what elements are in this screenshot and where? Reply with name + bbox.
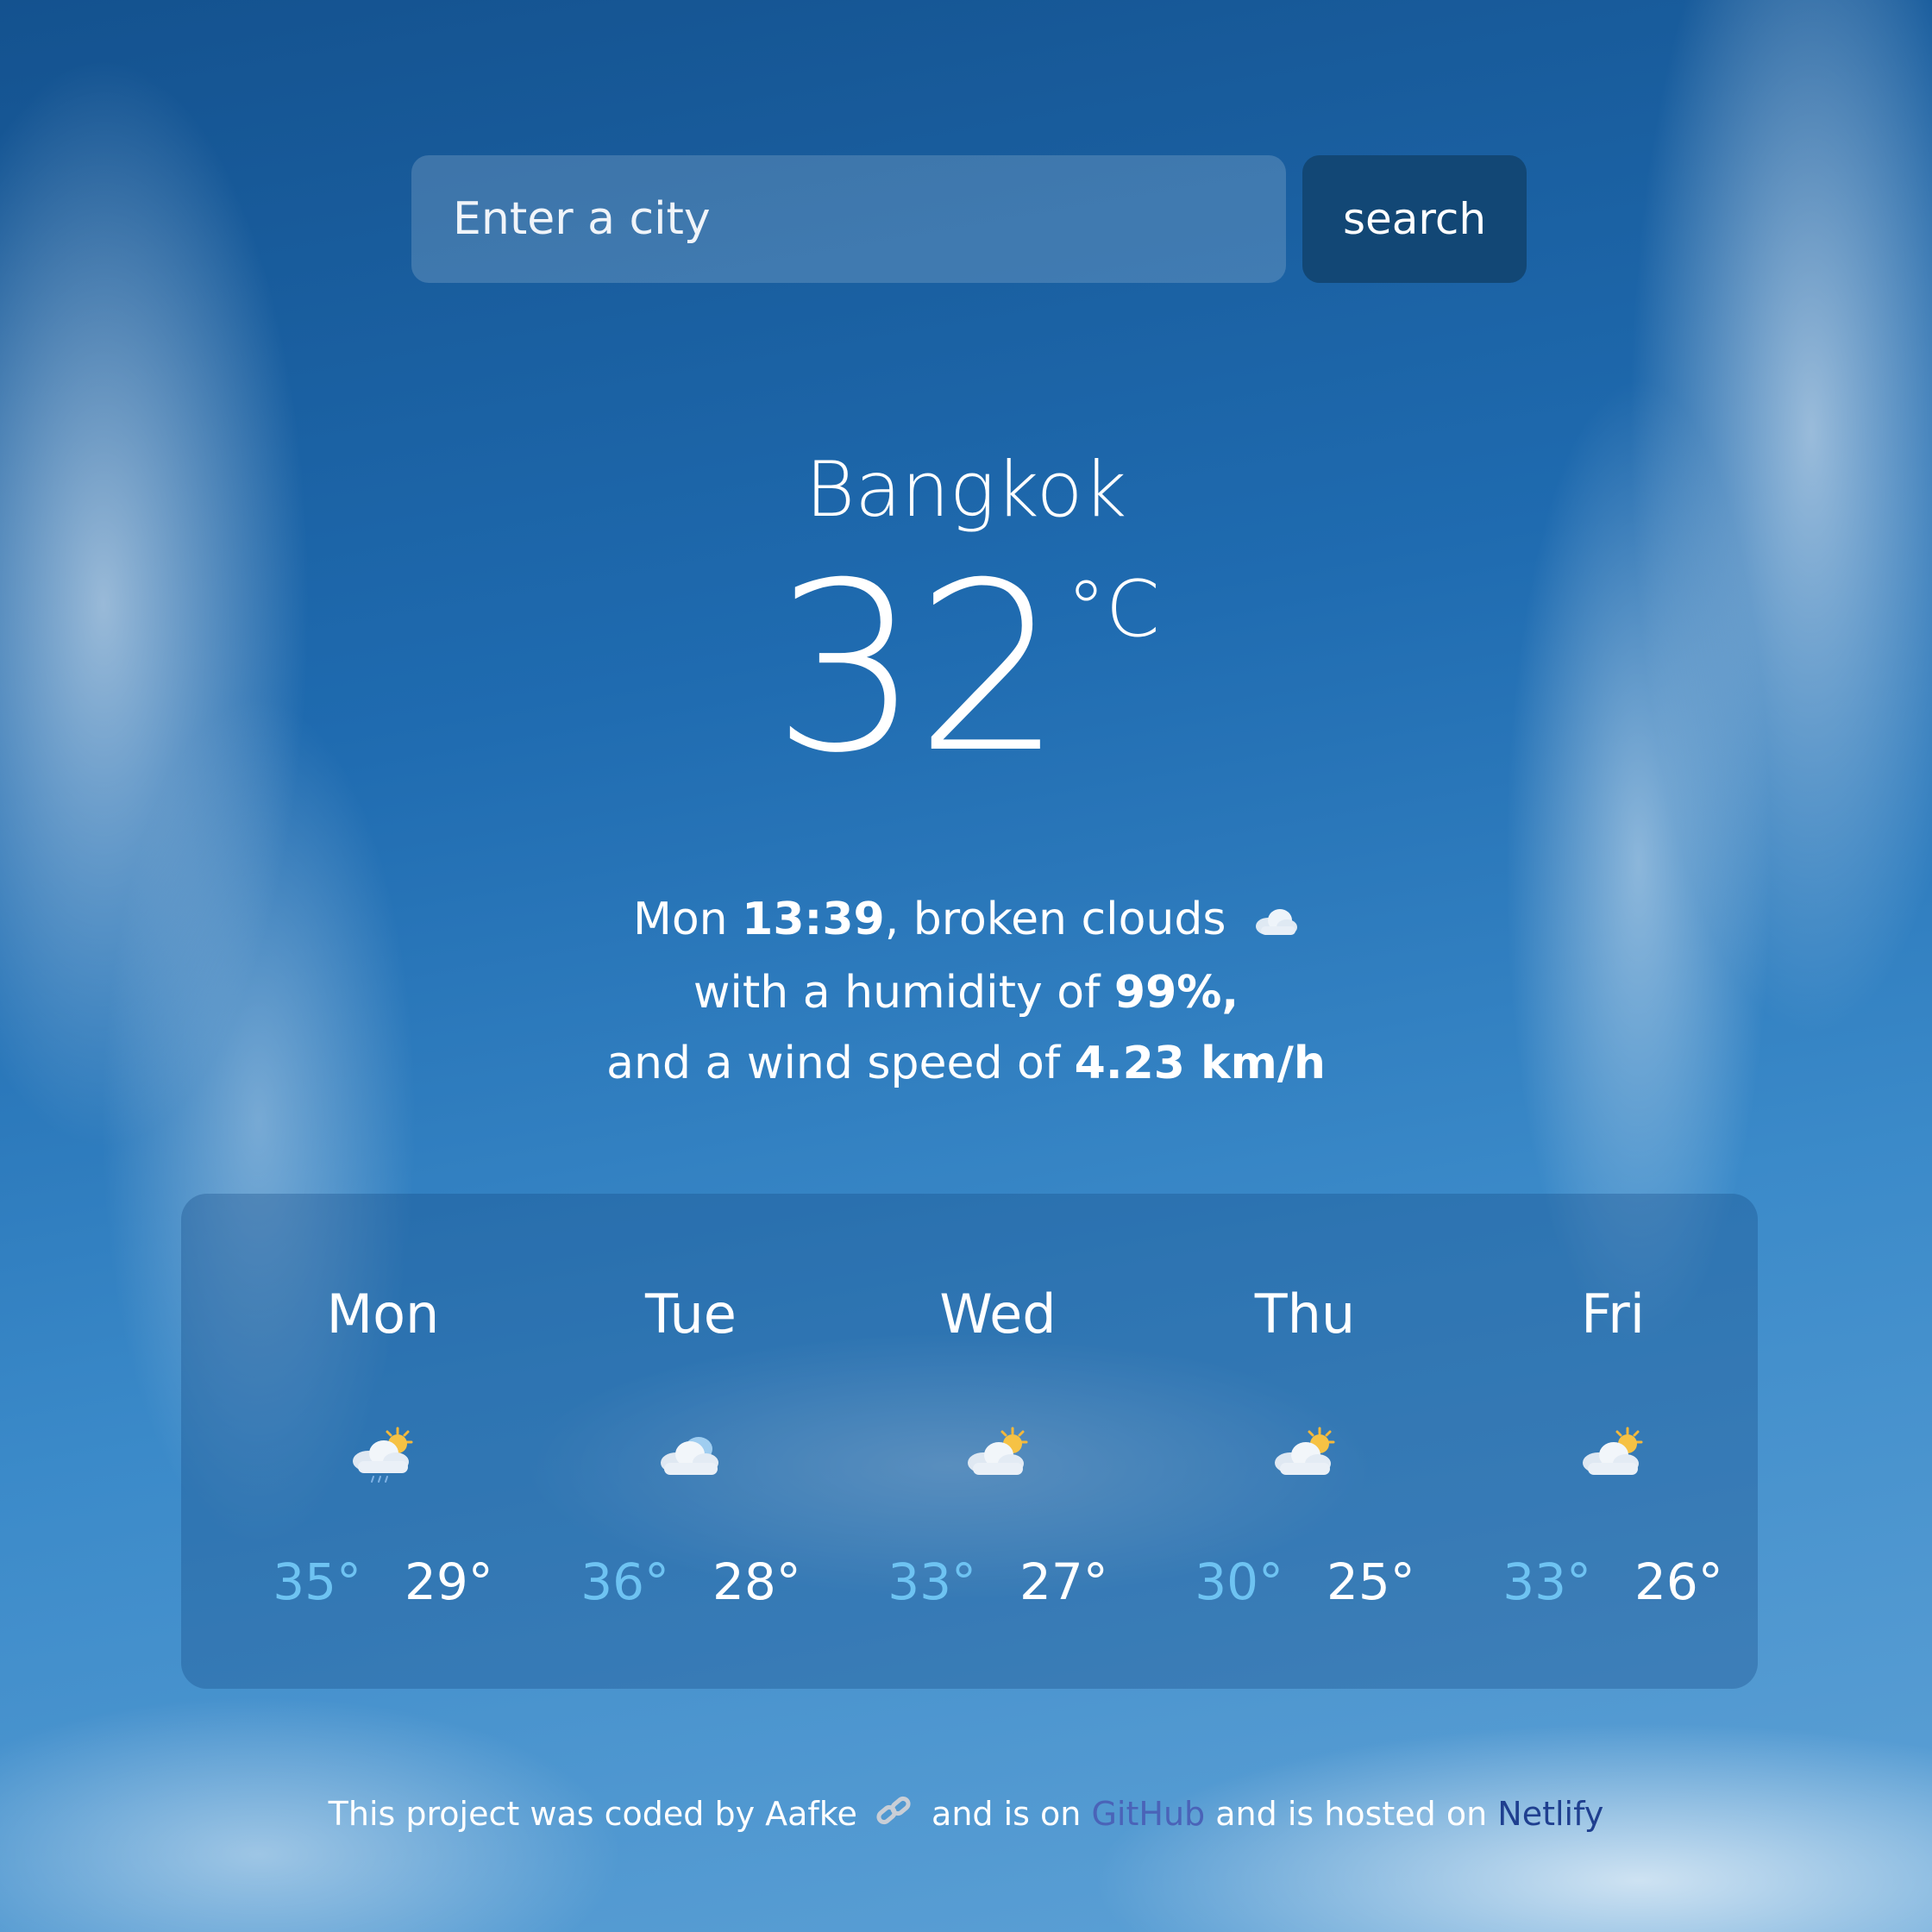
- sun-cloud-icon: [959, 1425, 1037, 1485]
- sun-cloud-icon: [1266, 1425, 1344, 1485]
- link-icon[interactable]: [875, 1794, 914, 1839]
- forecast-day-name: Thu: [1254, 1283, 1356, 1346]
- current-condition: broken clouds: [913, 894, 1226, 945]
- sun-cloud-rain-icon: [344, 1425, 422, 1485]
- city-name: Bangkok: [805, 445, 1127, 534]
- forecast-day: Mon 35° 29°: [229, 1194, 536, 1689]
- forecast-temps: 33° 26°: [1459, 1547, 1766, 1616]
- sun-cloud-icon: [1574, 1425, 1652, 1485]
- current-time: 13:39: [742, 894, 885, 945]
- city-search-input[interactable]: [411, 155, 1286, 283]
- footer-text-github-prefix: and is on: [932, 1795, 1082, 1833]
- forecast-day-name: Mon: [326, 1283, 440, 1346]
- forecast-min-temp: 26°: [1634, 1552, 1723, 1611]
- forecast-day: Fri 33° 26°: [1459, 1194, 1766, 1689]
- cloud-icon: [1252, 887, 1299, 957]
- netlify-link[interactable]: Netlify: [1497, 1795, 1603, 1833]
- weather-description: Mon 13:39, broken clouds with a humidity…: [0, 884, 1932, 1099]
- current-temperature: 32 °C: [0, 552, 1932, 785]
- forecast-day-name: Tue: [645, 1283, 737, 1346]
- forecast-day: Wed 33° 27°: [844, 1194, 1151, 1689]
- forecast-temps: 33° 27°: [844, 1547, 1151, 1616]
- temperature-unit: °C: [1066, 564, 1160, 655]
- humidity-prefix: with a humidity of: [693, 967, 1101, 1019]
- forecast-day: Thu 30° 25°: [1151, 1194, 1458, 1689]
- forecast-max-temp: 33°: [1502, 1552, 1591, 1611]
- forecast-temps: 35° 29°: [229, 1547, 536, 1616]
- forecast-max-temp: 36°: [580, 1552, 669, 1611]
- wind-prefix: and a wind speed of: [606, 1038, 1061, 1089]
- footer: This project was coded by Aafke and is o…: [0, 1792, 1932, 1839]
- forecast-panel: Mon 35° 29° Tue 36° 28° Wed 33° 27° Thu …: [181, 1194, 1758, 1689]
- forecast-temps: 30° 25°: [1151, 1547, 1458, 1616]
- forecast-min-temp: 25°: [1327, 1552, 1415, 1611]
- forecast-day-name: Fri: [1581, 1283, 1645, 1346]
- cloud-icon: [652, 1425, 730, 1485]
- current-day: Mon: [632, 894, 728, 945]
- forecast-max-temp: 30°: [1195, 1552, 1283, 1611]
- forecast-min-temp: 28°: [712, 1552, 801, 1611]
- forecast-day-name: Wed: [939, 1283, 1057, 1346]
- footer-text-author: This project was coded by Aafke: [328, 1795, 857, 1833]
- footer-text-netlify-prefix: and is hosted on: [1215, 1795, 1488, 1833]
- github-link[interactable]: GitHub: [1091, 1795, 1205, 1833]
- description-line-3: and a wind speed of 4.23 km/h: [0, 1028, 1932, 1099]
- forecast-day: Tue 36° 28°: [537, 1194, 844, 1689]
- wind-value: 4.23 km/h: [1074, 1038, 1326, 1089]
- forecast-min-temp: 29°: [405, 1552, 493, 1611]
- forecast-temps: 36° 28°: [537, 1547, 844, 1616]
- forecast-max-temp: 33°: [888, 1552, 976, 1611]
- search-form: search: [411, 155, 1527, 283]
- forecast-min-temp: 27°: [1019, 1552, 1108, 1611]
- temperature-value: 32: [772, 532, 1063, 804]
- forecast-max-temp: 35°: [273, 1552, 361, 1611]
- description-line-1: Mon 13:39, broken clouds: [0, 884, 1932, 957]
- search-button[interactable]: search: [1302, 155, 1527, 283]
- description-line-2: with a humidity of 99%,: [0, 957, 1932, 1028]
- humidity-value: 99%,: [1113, 967, 1239, 1019]
